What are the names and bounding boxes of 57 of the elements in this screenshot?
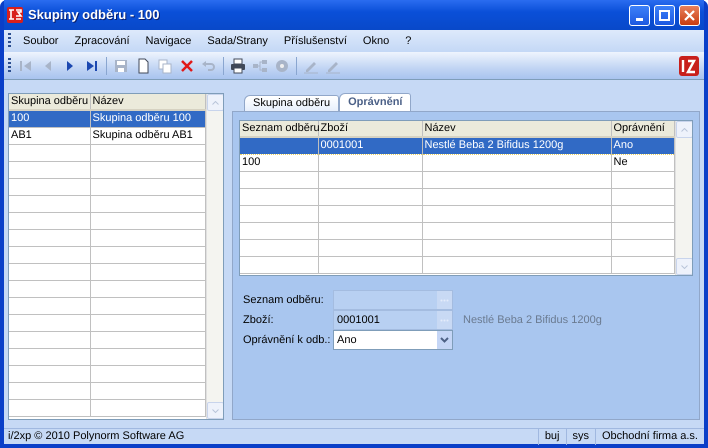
scroll-up-button[interactable] xyxy=(676,121,692,138)
menu-item[interactable]: Zpracování xyxy=(66,32,138,50)
table-cell[interactable]: Skupina odběru AB1 xyxy=(90,127,206,144)
column-header[interactable]: Zboží xyxy=(318,121,422,137)
menu-item[interactable]: Navigace xyxy=(138,32,200,50)
field-label: Oprávnění k odb.: xyxy=(242,332,332,348)
chevron-up-icon xyxy=(681,128,688,132)
column-header[interactable]: Oprávnění xyxy=(611,121,675,137)
window-title: Skupiny odběru - 100 xyxy=(28,6,160,24)
scroll-down-button[interactable] xyxy=(676,258,692,275)
field-label: Zboží: xyxy=(242,312,275,328)
scroll-down-button[interactable] xyxy=(207,402,223,419)
chevron-down-icon xyxy=(681,264,688,268)
menu-item[interactable]: ? xyxy=(397,32,420,50)
column-header[interactable]: Seznam odběru xyxy=(240,121,318,137)
table-cell[interactable]: 100 xyxy=(240,154,318,171)
table-cell[interactable]: Nestlé Beba 2 Bifidus 1200g xyxy=(422,137,611,154)
table-cell[interactable]: AB1 xyxy=(9,127,90,144)
printer-icon xyxy=(230,58,246,74)
app-logo-icon xyxy=(6,6,24,24)
field-label: Seznam odběru: xyxy=(242,292,325,308)
app-logo-icon xyxy=(678,54,700,76)
maximize-icon xyxy=(659,10,670,20)
column-header[interactable]: Skupina odběru xyxy=(9,94,90,110)
tree-icon xyxy=(252,58,268,74)
chevron-down-icon xyxy=(212,408,219,412)
minimize-button[interactable] xyxy=(629,4,650,26)
dropdown-button[interactable] xyxy=(437,331,452,349)
dropdown-field[interactable]: Ano xyxy=(333,330,453,350)
table-cell[interactable]: 100 xyxy=(9,110,90,127)
save-icon xyxy=(113,58,129,74)
chevron-down-icon xyxy=(440,337,449,343)
copy-icon xyxy=(157,58,173,74)
menu-item[interactable]: Příslušenství xyxy=(276,32,355,50)
item-description: Nestlé Beba 2 Bifidus 1200g xyxy=(462,312,603,328)
table-cell[interactable]: Ano xyxy=(611,137,675,154)
close-button[interactable] xyxy=(679,4,700,26)
table-cell[interactable]: Skupina odběru 100 xyxy=(90,110,206,127)
disc-icon xyxy=(274,58,290,74)
column-header[interactable]: Název xyxy=(422,121,611,137)
column-header[interactable]: Název xyxy=(90,94,206,110)
menu-item[interactable]: Okno xyxy=(354,32,398,50)
delete-icon xyxy=(179,58,195,74)
status-item: sys xyxy=(566,428,595,445)
status-item: buj xyxy=(538,428,566,445)
menu-item[interactable]: Sada/Strany xyxy=(199,32,276,50)
close-icon xyxy=(684,10,695,20)
chevron-up-icon xyxy=(212,100,219,104)
menu-item[interactable]: Soubor xyxy=(15,32,66,50)
copyright-text: i/2xp © 2010 Polynorm Software AG xyxy=(7,429,184,444)
maximize-button[interactable] xyxy=(654,4,675,26)
status-item: Obchodní firma a.s. xyxy=(595,428,704,445)
table-cell[interactable]: 0001001 xyxy=(318,137,422,154)
tab[interactable]: Skupina odběru xyxy=(244,95,340,111)
scroll-up-button[interactable] xyxy=(207,94,223,111)
minimize-icon xyxy=(636,18,643,20)
tab[interactable]: Oprávnění xyxy=(339,93,412,111)
